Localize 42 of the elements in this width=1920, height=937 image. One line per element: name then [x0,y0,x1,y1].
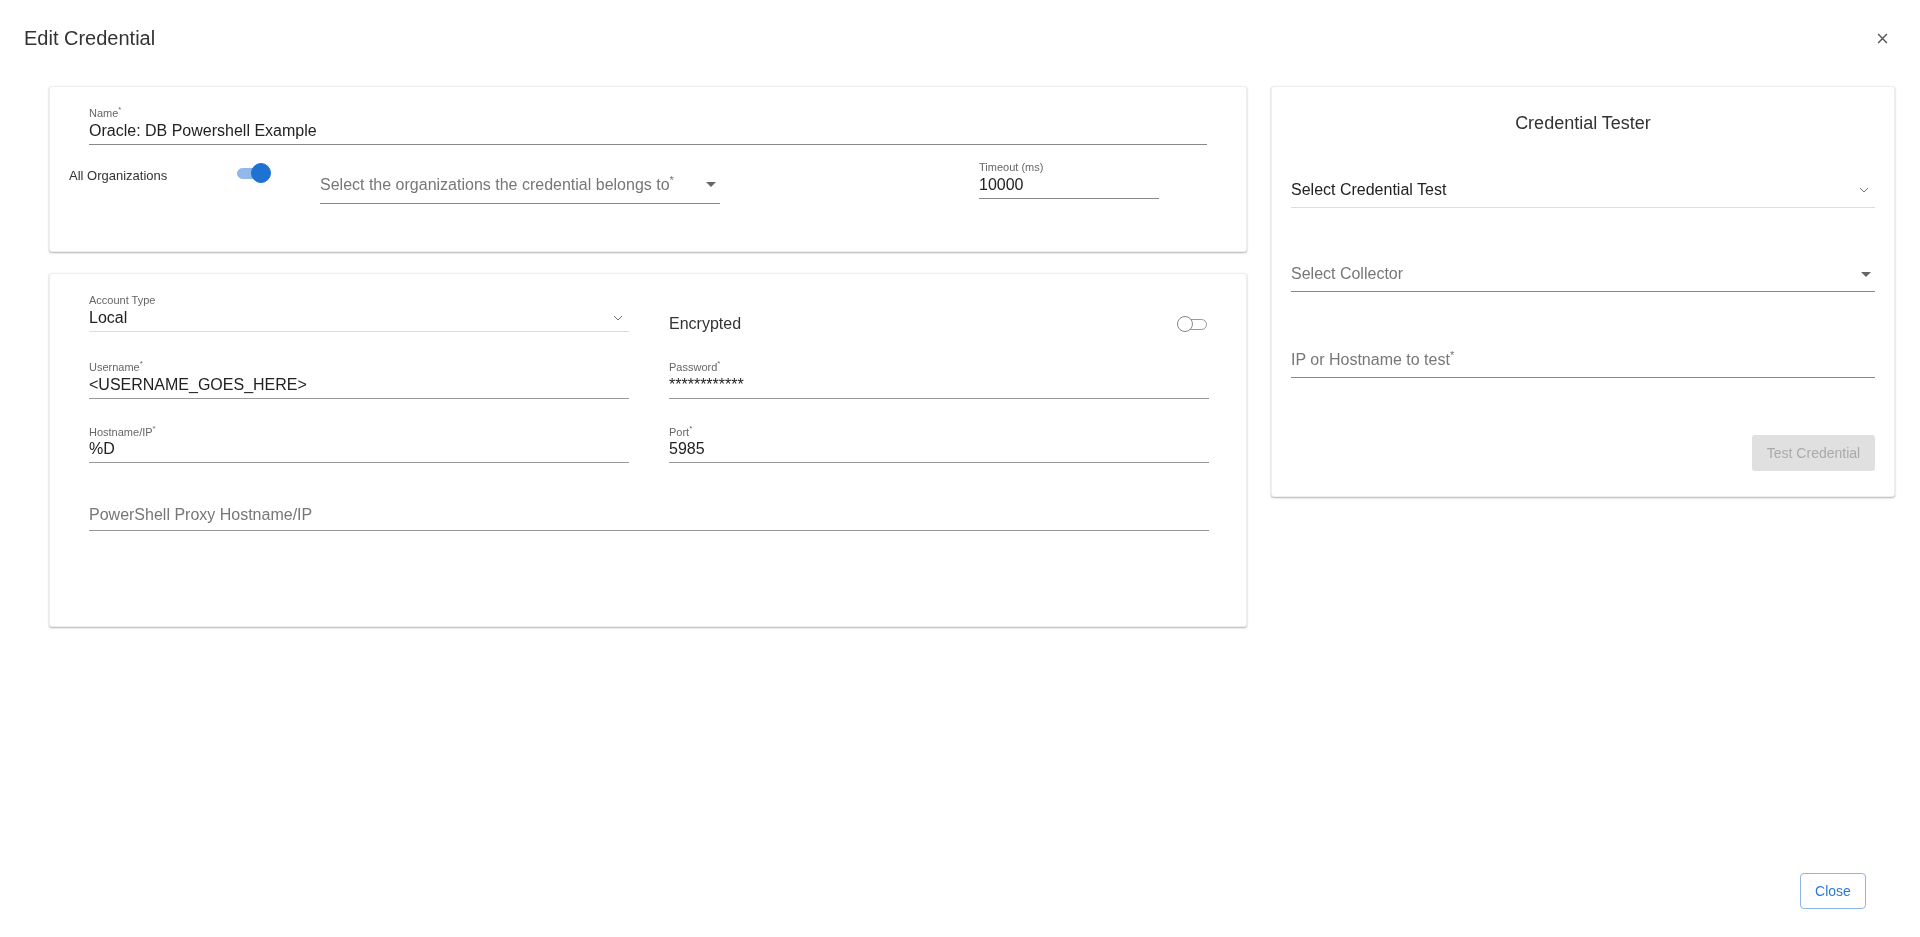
field-placeholder: Select the organizations the credential belongs to$^{*}$ [320,174,674,195]
caret-icon [706,182,716,187]
chevron-down-icon [1859,187,1869,193]
field-label: Password$^{*}$ [669,359,722,373]
field-label: Account Type [89,294,157,306]
toggle-label: Encrypted [669,315,742,333]
field-value: Select Credential Test [1291,181,1447,199]
dialog-title: Edit Credential [24,26,156,50]
field-placeholder: Select Collector [1291,265,1404,283]
field-placeholder: PowerShell Proxy Hostname/IP [89,506,314,525]
toggle-label: All Organizations [69,167,169,185]
dropdown-field[interactable]: Select Collector [1291,265,1875,292]
input-field[interactable]: Name$^{*}$ Oracle: DB Powershell Example [89,105,1207,145]
field-label: Timeout (ms) [979,160,1045,173]
field-label: Hostname/IP$^{*}$ [89,423,157,438]
field-label: Port$^{*}$ [669,423,694,438]
field-value: Local [89,309,128,327]
field-value: Oracle: DB Powershell Example [89,121,318,140]
input-field[interactable]: Timeout (ms) 10000 [979,160,1159,199]
select-field[interactable]: Select Credential Test [1291,181,1875,208]
toggle-switch[interactable] [235,162,271,183]
input-field[interactable]: PowerShell Proxy Hostname/IP [89,506,1209,532]
input-field[interactable]: Username$^{*}$ <USERNAME_GOES_HERE> [89,359,629,399]
toggle-switch[interactable] [1177,314,1209,334]
select-field[interactable]: Select the organizations the credential belongs to$^{*}$ [320,174,720,204]
close-button[interactable]: Close [1800,873,1866,909]
input-field[interactable]: IP or Hostname to test$^{*}$ [1291,349,1875,379]
chevron-down-icon [613,315,623,321]
field-value: 10000 [979,175,1025,194]
field-value: 5985 [669,440,706,459]
field-value: <USERNAME_GOES_HERE> [89,375,308,394]
input-field[interactable]: Password$^{*}$ ************ [669,359,1209,399]
field-placeholder: IP or Hostname to test$^{*}$ [1291,349,1456,370]
field-value: %D [89,440,116,459]
field-label: Username$^{*}$ [89,359,144,373]
select-field[interactable]: Account Type Local [89,294,629,332]
field-label: Name$^{*}$ [89,105,123,119]
input-field[interactable]: Port$^{*}$ 5985 [669,423,1209,464]
input-field[interactable]: Hostname/IP$^{*}$ %D [89,423,629,464]
card-title: Credential Tester [1514,113,1652,134]
field-value: ************ [669,375,745,394]
caret-icon [1861,271,1871,277]
